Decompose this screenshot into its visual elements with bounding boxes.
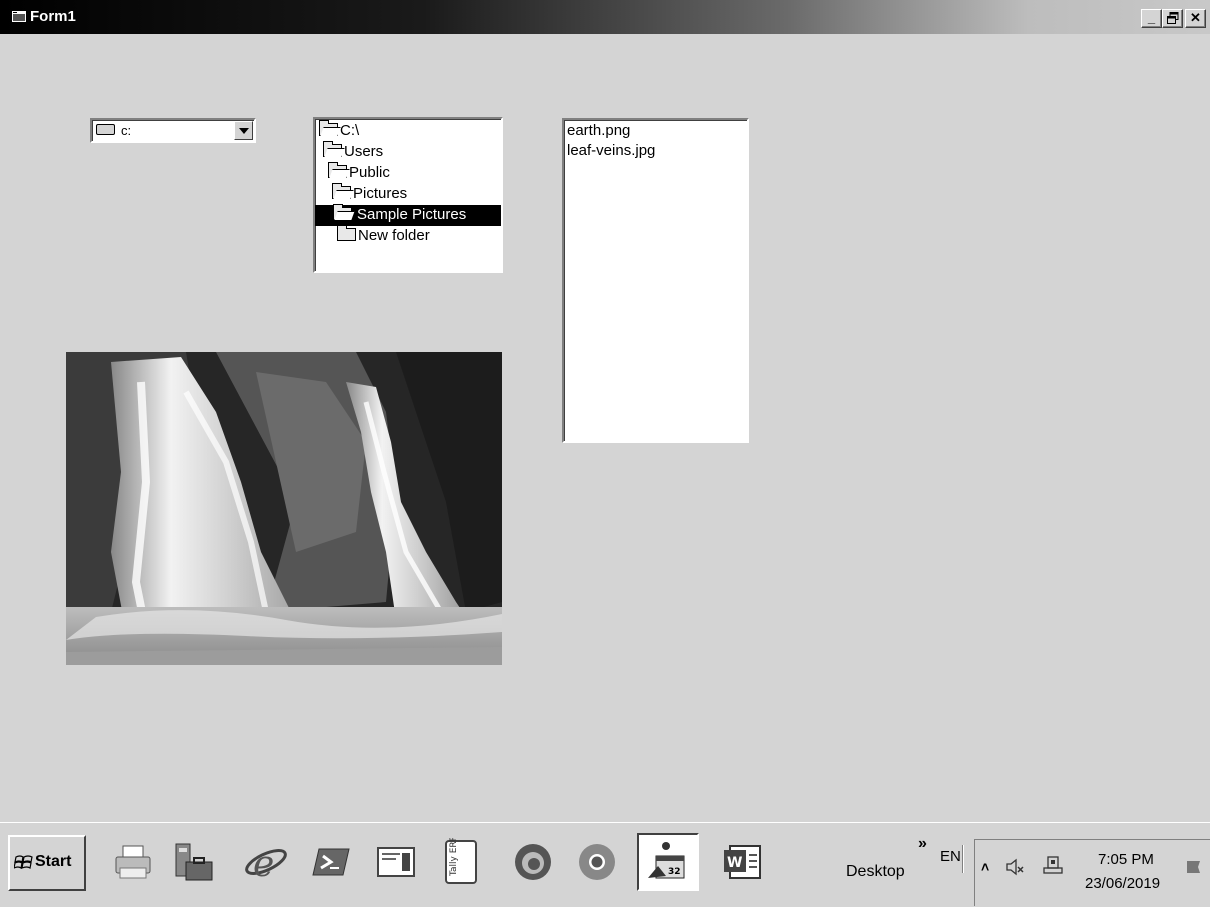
folder-icon bbox=[337, 225, 356, 241]
presentation-button[interactable] bbox=[365, 833, 427, 891]
svg-text:W: W bbox=[727, 855, 742, 871]
dir-item-selected[interactable]: Sample Pictures bbox=[315, 204, 501, 226]
internet-explorer-button[interactable]: e bbox=[235, 833, 297, 891]
open-folder-icon bbox=[332, 183, 351, 199]
start-button[interactable]: Start bbox=[8, 835, 86, 891]
drive-value: c: bbox=[121, 123, 132, 138]
powershell-icon bbox=[312, 848, 350, 876]
close-button[interactable]: ✕ bbox=[1185, 9, 1206, 28]
tally-erp9-icon: Tally ERP9 bbox=[445, 838, 477, 884]
dir-item[interactable]: New folder bbox=[337, 225, 430, 247]
toolbox-button[interactable] bbox=[163, 833, 225, 891]
form-icon bbox=[12, 11, 26, 22]
open-folder-icon bbox=[323, 141, 342, 157]
clock-date[interactable]: 23/06/2019 bbox=[1085, 875, 1160, 892]
close-icon: ✕ bbox=[1190, 10, 1201, 25]
dir-item[interactable]: Users bbox=[323, 141, 383, 163]
drive-list-box[interactable]: c: bbox=[90, 118, 256, 143]
chevron-down-icon bbox=[239, 128, 249, 134]
directory-list-box[interactable]: C:\ Users Public Pictures Sample Picture… bbox=[313, 117, 503, 273]
open-folder-icon bbox=[328, 162, 347, 178]
open-folder-icon bbox=[333, 204, 352, 220]
powershell-button[interactable] bbox=[300, 833, 362, 891]
show-hidden-icons-button[interactable]: ˄ bbox=[981, 859, 989, 875]
language-indicator[interactable]: EN bbox=[940, 848, 961, 865]
windows-logo-icon bbox=[14, 855, 33, 869]
firefox-button[interactable] bbox=[502, 833, 564, 891]
internet-explorer-icon: e bbox=[245, 844, 287, 884]
printer-button[interactable] bbox=[102, 833, 164, 891]
desktop-toolbar-label[interactable]: Desktop bbox=[846, 863, 905, 881]
drive-dropdown-button[interactable] bbox=[234, 121, 253, 140]
svg-text:e: e bbox=[253, 844, 274, 884]
start-label: Start bbox=[35, 853, 72, 870]
clock-time[interactable]: 7:05 PM bbox=[1098, 851, 1154, 868]
file-item[interactable]: leaf-veins.jpg bbox=[567, 141, 655, 161]
system-tray: ˄ 7:05 PM 23/06/2019 bbox=[974, 839, 1210, 906]
restore-button[interactable] bbox=[1162, 9, 1183, 28]
svg-text:32: 32 bbox=[668, 867, 681, 877]
presentation-icon bbox=[377, 847, 415, 877]
vb-form-app-icon: 32 bbox=[648, 842, 685, 879]
minimize-button[interactable]: _ bbox=[1141, 9, 1162, 28]
waterfall-image bbox=[66, 352, 502, 665]
chrome-button[interactable] bbox=[566, 833, 628, 891]
window-title: Form1 bbox=[30, 8, 76, 25]
printer-icon bbox=[115, 845, 151, 879]
vb-form-app-button[interactable]: 32 bbox=[637, 833, 699, 891]
minimize-icon: _ bbox=[1147, 10, 1156, 25]
action-center-flag-icon[interactable] bbox=[1185, 860, 1202, 874]
dir-item[interactable]: Pictures bbox=[332, 183, 407, 205]
toolbox-icon bbox=[175, 843, 213, 881]
open-folder-icon bbox=[319, 120, 338, 136]
chevron-icon[interactable]: » bbox=[918, 835, 927, 853]
word-icon: W bbox=[724, 845, 761, 879]
taskbar-separator bbox=[962, 845, 964, 873]
tally-label: Tally ERP9 bbox=[449, 838, 459, 877]
drive-icon bbox=[96, 124, 115, 135]
picture-box bbox=[66, 352, 502, 665]
word-button[interactable]: W bbox=[712, 833, 774, 891]
firefox-icon bbox=[515, 844, 551, 880]
chrome-icon bbox=[579, 844, 615, 880]
title-bar[interactable]: Form1 _ ✕ bbox=[0, 0, 1210, 34]
network-icon[interactable] bbox=[1042, 856, 1064, 876]
taskbar: Start e Tally ERP9 32 W Desktop » EN ˄ 7… bbox=[0, 822, 1210, 907]
file-item[interactable]: earth.png bbox=[567, 121, 630, 141]
dir-item[interactable]: Public bbox=[328, 162, 390, 184]
tally-erp9-button[interactable]: Tally ERP9 bbox=[430, 833, 492, 891]
speaker-muted-icon[interactable] bbox=[1005, 858, 1025, 876]
file-list-box[interactable]: earth.png leaf-veins.jpg bbox=[562, 118, 749, 443]
dir-item[interactable]: C:\ bbox=[319, 120, 359, 142]
restore-icon bbox=[1166, 12, 1178, 24]
